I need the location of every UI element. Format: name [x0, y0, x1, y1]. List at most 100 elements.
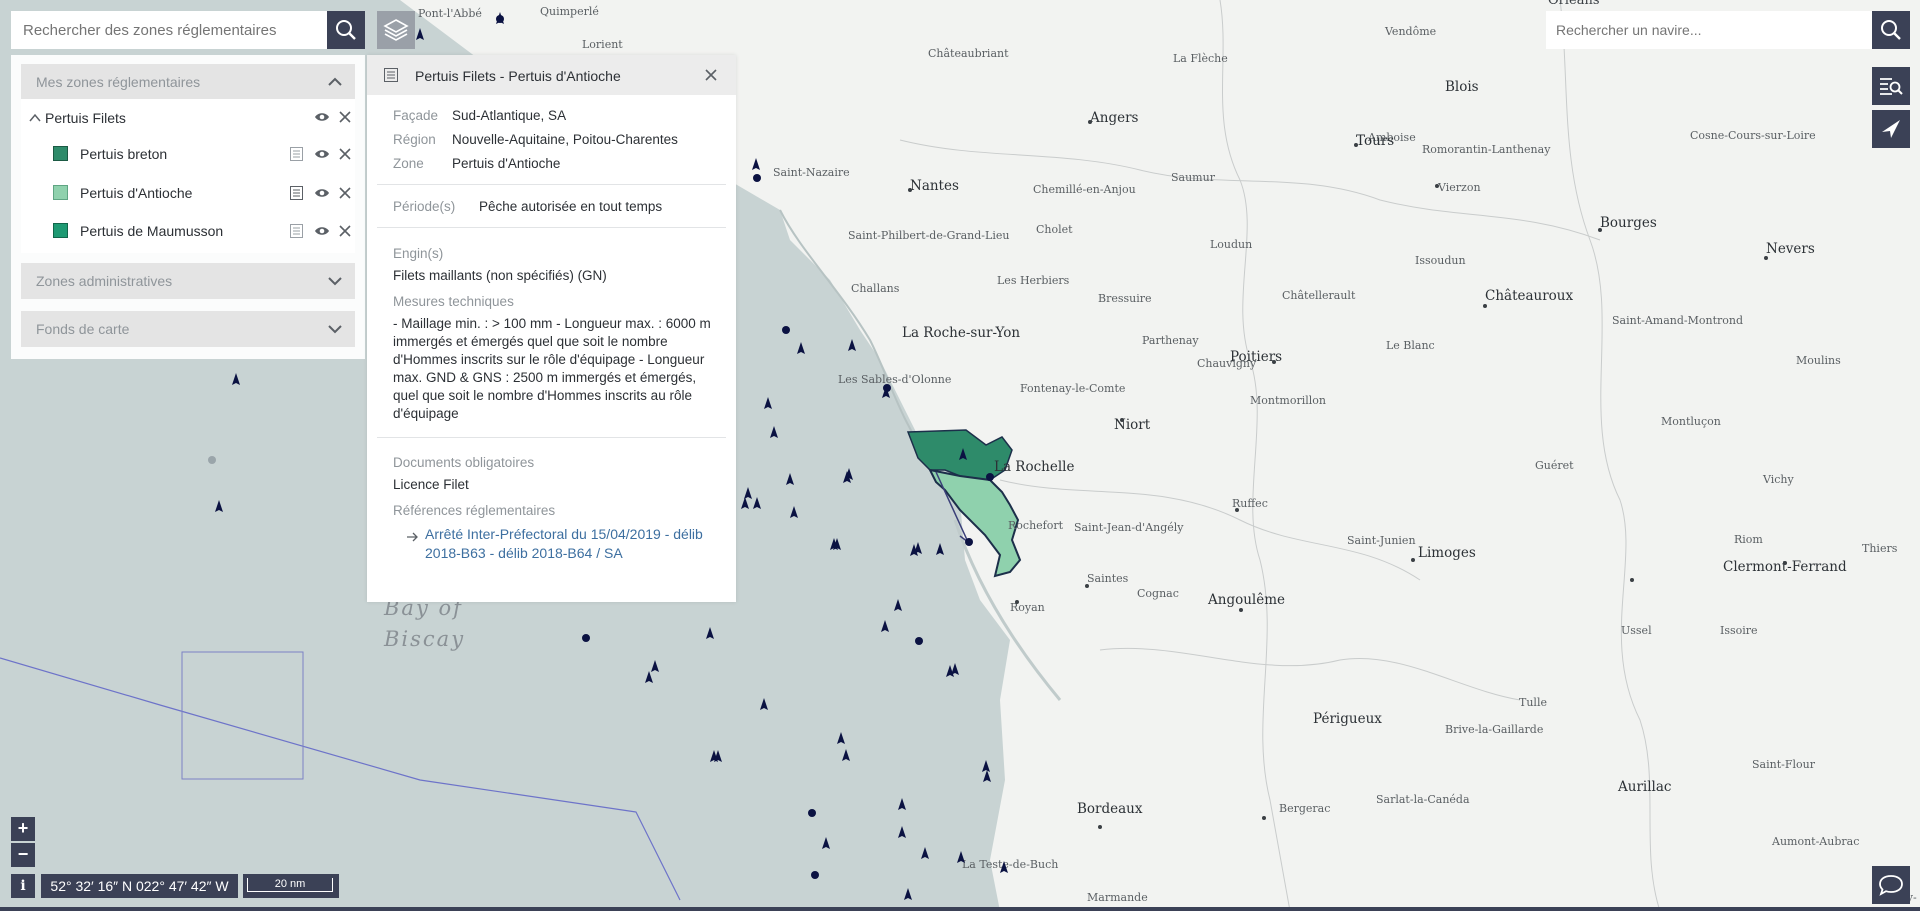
- close-icon[interactable]: [339, 148, 351, 160]
- city-dot: [1435, 184, 1439, 188]
- vessel-marker[interactable]: [986, 473, 994, 481]
- place-label: Vendôme: [1384, 25, 1436, 38]
- place-label: Quimperlé: [540, 5, 599, 18]
- document-icon[interactable]: [290, 147, 303, 161]
- eye-icon[interactable]: [314, 110, 330, 124]
- document-icon[interactable]: [290, 224, 303, 238]
- refs-label: Références réglementaires: [393, 503, 556, 518]
- vessel-search-button[interactable]: [1872, 11, 1910, 49]
- place-label: Saint-Junien: [1347, 534, 1416, 547]
- vessel-marker[interactable]: [965, 538, 973, 546]
- layers-button[interactable]: [377, 11, 415, 49]
- place-label: Saumur: [1171, 171, 1216, 184]
- place-label: Vichy: [1762, 473, 1795, 486]
- place-label: Issoire: [1720, 624, 1758, 637]
- layers-icon: [383, 19, 409, 41]
- place-label: Aumont-Aubrac: [1771, 835, 1859, 848]
- place-label: Nantes: [910, 178, 959, 194]
- sea-label-line2: Biscay: [383, 627, 465, 651]
- place-label: Angers: [1089, 110, 1139, 126]
- city-dot: [1764, 256, 1768, 260]
- vessel-marker[interactable]: [496, 15, 504, 23]
- my-zones-header[interactable]: Mes zones réglementaires: [21, 64, 355, 100]
- close-icon[interactable]: [339, 225, 351, 237]
- vessel-marker[interactable]: [808, 809, 816, 817]
- place-label: Romorantin-Lanthenay: [1422, 143, 1551, 156]
- zone-search-input[interactable]: [11, 11, 327, 49]
- city-dot: [1235, 508, 1239, 512]
- place-label: Pont-l'Abbé: [418, 7, 482, 20]
- place-label: Aurillac: [1617, 779, 1671, 795]
- vessel-marker[interactable]: [208, 456, 216, 464]
- place-label: Châteauroux: [1485, 288, 1574, 304]
- zone-search-button[interactable]: [327, 11, 365, 49]
- place-label: Tulle: [1519, 696, 1547, 709]
- close-icon[interactable]: [705, 69, 717, 81]
- vessel-marker[interactable]: [582, 634, 590, 642]
- vessel-search-input[interactable]: [1546, 11, 1872, 49]
- place-label: Nevers: [1766, 241, 1815, 257]
- vessel-marker[interactable]: [811, 871, 819, 879]
- zone-detail-title: Pertuis Filets - Pertuis d'Antioche: [415, 68, 621, 84]
- zoom-in-button[interactable]: +: [11, 817, 35, 841]
- eye-icon[interactable]: [314, 147, 330, 161]
- place-label: Saint-Philbert-de-Grand-Lieu: [848, 229, 1009, 242]
- eye-icon[interactable]: [314, 186, 330, 200]
- vessel-marker[interactable]: [883, 384, 891, 392]
- zone-label: Pertuis breton: [80, 146, 168, 162]
- close-icon[interactable]: [339, 111, 351, 123]
- city-dot: [1630, 578, 1634, 582]
- chevron-up-icon[interactable]: [29, 113, 41, 123]
- place-label: Royan: [1010, 601, 1045, 614]
- chevron-up-icon[interactable]: [327, 75, 343, 89]
- eye-icon[interactable]: [314, 224, 330, 238]
- close-icon[interactable]: [339, 187, 351, 199]
- place-label: La Teste-de-Buch: [962, 858, 1058, 871]
- zone-row-pertuis-maumusson[interactable]: Pertuis de Maumusson: [21, 216, 355, 246]
- vessel-list-button[interactable]: [1872, 67, 1910, 105]
- vessel-marker[interactable]: [915, 637, 923, 645]
- place-label: Thiers: [1862, 542, 1898, 555]
- place-label: Brive-la-Gaillarde: [1445, 723, 1543, 736]
- base-maps-header[interactable]: Fonds de carte: [21, 311, 355, 347]
- zone-label: Zone: [393, 156, 424, 171]
- measurement-button[interactable]: [1872, 110, 1910, 148]
- gears-label: Engin(s): [393, 246, 444, 261]
- zoom-out-button[interactable]: −: [11, 843, 35, 867]
- vessel-search-box: [1546, 11, 1872, 49]
- place-label: Les Herbiers: [997, 274, 1070, 287]
- admin-zones-title: Zones administratives: [36, 273, 173, 289]
- info-button[interactable]: i: [11, 874, 35, 898]
- vessel-marker[interactable]: [782, 326, 790, 334]
- place-label: Limoges: [1418, 545, 1476, 561]
- document-icon[interactable]: [290, 186, 303, 200]
- place-label: Châtellerault: [1282, 289, 1356, 302]
- place-label: Rochefort: [1008, 519, 1064, 532]
- zone-row-pertuis-antioche[interactable]: Pertuis d'Antioche: [21, 178, 355, 208]
- tech-measures-label: Mesures techniques: [393, 294, 514, 309]
- vessel-marker[interactable]: [753, 174, 761, 182]
- chevron-down-icon[interactable]: [327, 322, 343, 336]
- zone-group-row[interactable]: Pertuis Filets: [21, 103, 355, 133]
- regulation-link[interactable]: Arrêté Inter-Préfectoral du 15/04/2019 -…: [425, 525, 725, 563]
- place-label: Bressuire: [1098, 292, 1152, 305]
- zone-color-swatch: [53, 223, 68, 238]
- region-label: Région: [393, 132, 436, 147]
- zone-row-pertuis-breton[interactable]: Pertuis breton: [21, 139, 355, 169]
- facade-label: Façade: [393, 108, 439, 123]
- compass-arrow-icon: [1882, 120, 1900, 138]
- docs-label: Documents obligatoires: [393, 455, 535, 470]
- zone-color-swatch: [53, 146, 68, 161]
- city-dot: [1088, 120, 1092, 124]
- place-label: Chauvigny: [1197, 357, 1257, 370]
- admin-zones-header[interactable]: Zones administratives: [21, 263, 355, 299]
- city-dot: [1120, 418, 1124, 422]
- place-label: Bordeaux: [1077, 801, 1143, 817]
- list-search-icon: [1880, 78, 1903, 95]
- feedback-button[interactable]: [1872, 866, 1910, 904]
- place-label: Riom: [1734, 533, 1763, 546]
- coordinates-readout[interactable]: 52° 32′ 16″ N 022° 47′ 42″ W: [41, 874, 238, 898]
- chevron-down-icon[interactable]: [327, 274, 343, 288]
- city-dot: [908, 188, 912, 192]
- city-dot: [1015, 600, 1019, 604]
